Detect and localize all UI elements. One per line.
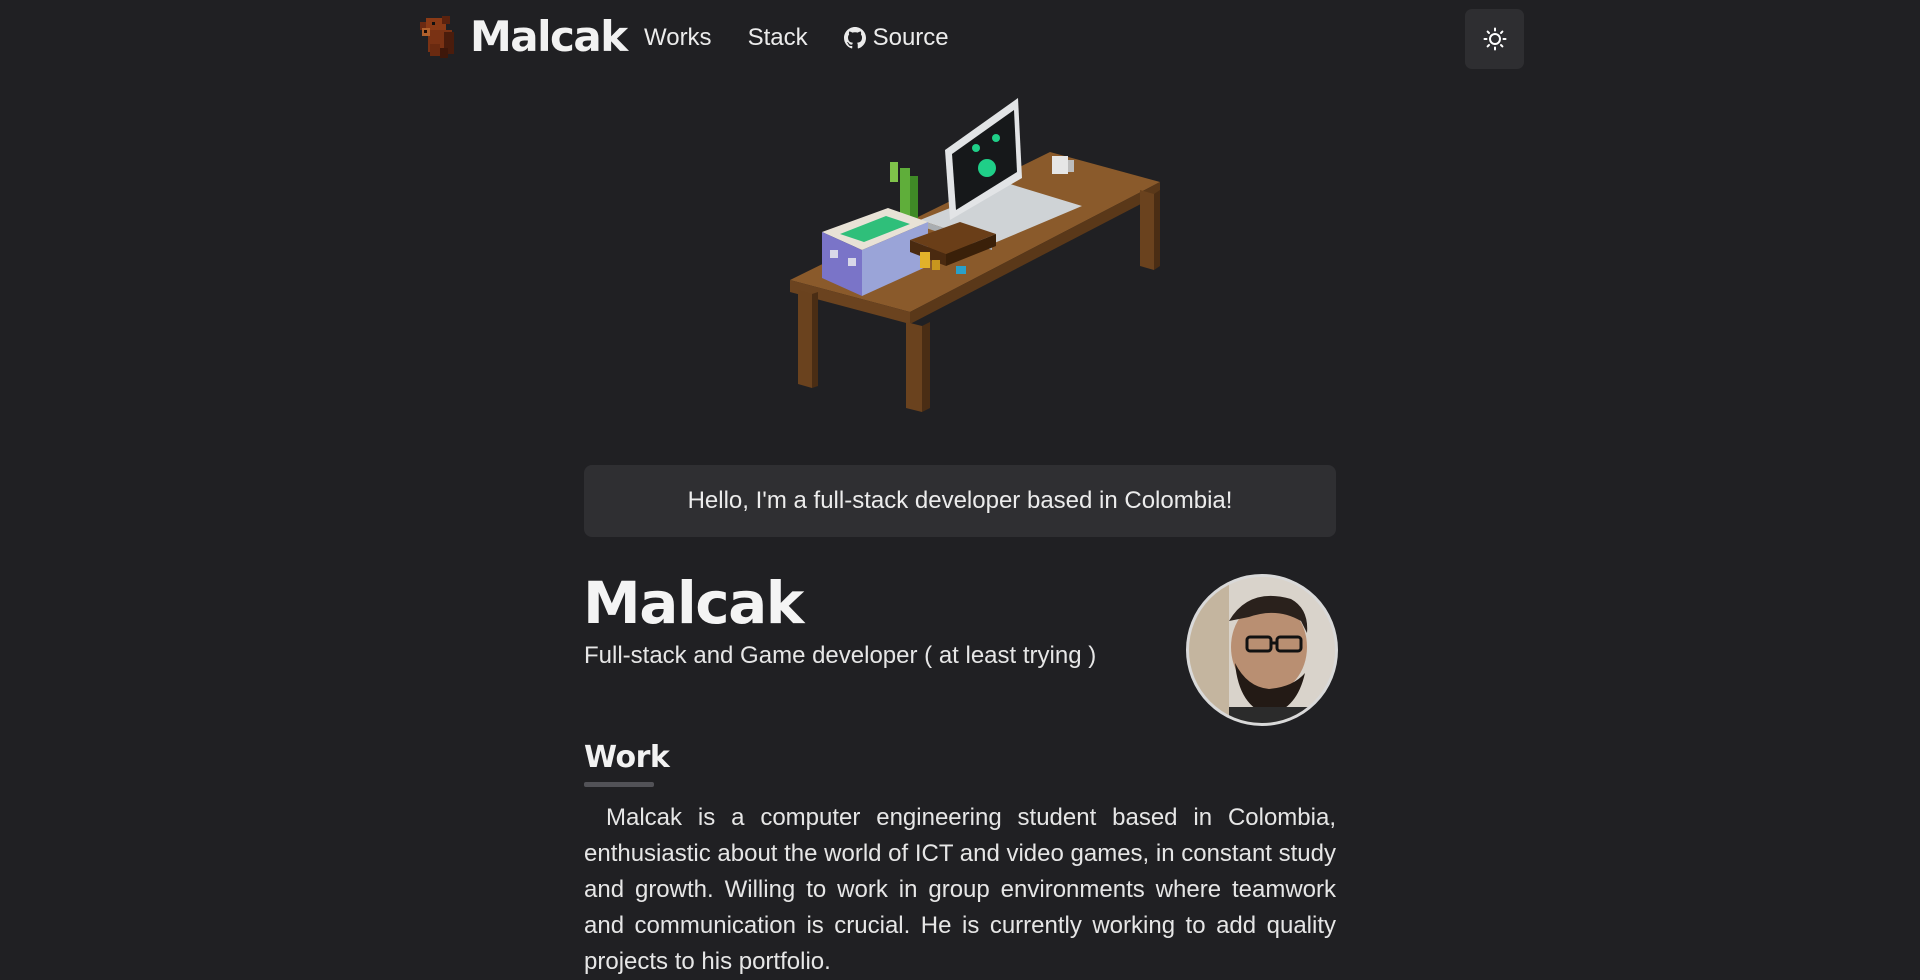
avatar (1186, 574, 1338, 726)
work-section-title: Work (584, 740, 670, 775)
sun-icon (1483, 27, 1506, 51)
nav-link-source[interactable]: Source (843, 24, 949, 52)
work-section-text: Malcak is a computer engineering student… (584, 804, 1336, 975)
profile-role: Full-stack and Game developer ( at least… (584, 642, 1097, 669)
bear-icon (420, 15, 454, 58)
logo-link[interactable]: Malcak (418, 12, 628, 61)
work-section-underline (584, 782, 654, 787)
nav-links: Works Stack Source (644, 24, 985, 52)
greeting-banner: Hello, I'm a full-stack developer based … (584, 465, 1336, 537)
github-icon (843, 27, 866, 49)
navbar: Malcak Works Stack Source (0, 0, 1920, 78)
voxel-desk-illustration (790, 98, 1160, 412)
nav-link-source-label: Source (872, 24, 949, 51)
nav-link-works[interactable]: Works (644, 24, 712, 52)
logo-text: Malcak (470, 12, 628, 61)
theme-toggle-button[interactable] (1465, 9, 1524, 69)
nav-link-stack[interactable]: Stack (748, 24, 808, 52)
profile-name: Malcak (583, 569, 804, 637)
avatar-portrait (1189, 577, 1335, 723)
